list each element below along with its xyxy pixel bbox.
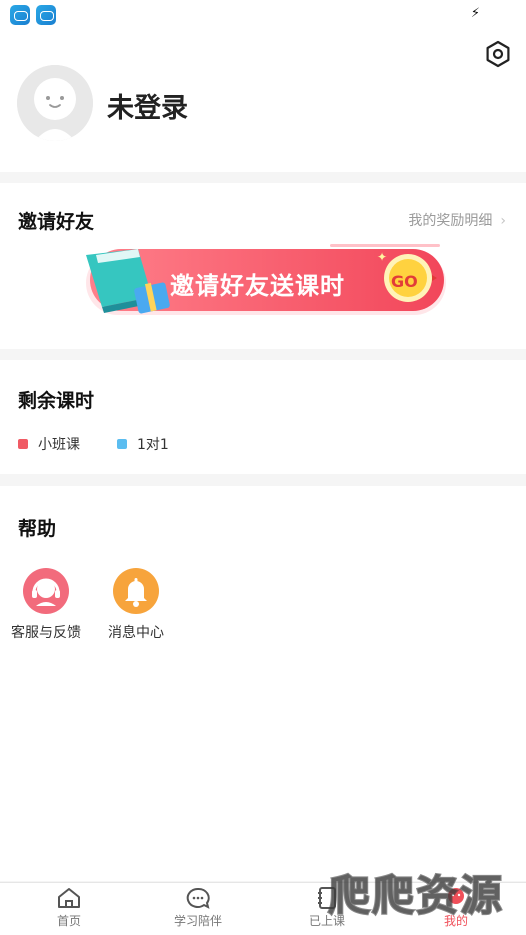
chevron-right-icon: ›	[500, 213, 506, 229]
tab-study-companion[interactable]: 学习陪伴	[158, 886, 238, 929]
reward-detail-label: 我的奖励明细	[408, 213, 493, 229]
customer-service-button[interactable]: 客服与反馈	[8, 568, 84, 642]
legend-one-on-one: 1对1	[117, 434, 169, 454]
invite-friends-card: 邀请好友 我的奖励明细 › ✦ 邀请好友送课时 GO	[0, 183, 526, 349]
remaining-hours-card: 剩余课时 小班课 1对1	[0, 360, 526, 474]
legend-label: 小班课	[38, 437, 80, 453]
invite-section-title: 邀请好友	[18, 211, 95, 233]
home-icon	[58, 888, 80, 908]
remaining-hours-title: 剩余课时	[18, 390, 95, 412]
login-status-label[interactable]: 未登录	[107, 86, 188, 125]
chat-bubble-icon	[186, 887, 210, 909]
charging-icon: ⚡	[470, 6, 480, 21]
tab-home[interactable]: 首页	[29, 886, 109, 929]
go-button[interactable]: GO	[391, 272, 418, 291]
help-card: 帮助 客服与反馈 消息中心	[0, 486, 526, 881]
customer-service-icon	[23, 568, 69, 614]
reward-detail-link[interactable]: 我的奖励明细 ›	[408, 210, 506, 230]
invite-banner-text: 邀请好友送课时	[170, 272, 345, 300]
message-center-label: 消息中心	[108, 625, 164, 641]
default-avatar-icon	[17, 65, 93, 141]
message-center-button[interactable]: 消息中心	[98, 568, 174, 642]
legend-color-swatch	[117, 439, 127, 449]
customer-service-label: 客服与反馈	[11, 625, 81, 641]
legend-small-class: 小班课	[18, 434, 80, 454]
settings-icon[interactable]	[484, 40, 512, 68]
app-notification-icon	[36, 5, 56, 25]
bell-icon	[113, 568, 159, 614]
tab-home-label: 首页	[56, 914, 81, 928]
tab-study-companion-label: 学习陪伴	[173, 914, 222, 928]
svg-text:✦: ✦	[377, 250, 387, 264]
status-bar: ⚡	[0, 0, 526, 28]
invite-banner[interactable]: ✦ 邀请好友送课时 GO	[80, 241, 448, 325]
watermark: 爬爬资源	[327, 870, 505, 921]
avatar[interactable]	[17, 65, 93, 141]
app-notification-icon	[10, 5, 30, 25]
profile-header: 未登录	[0, 28, 526, 172]
help-title: 帮助	[18, 518, 57, 540]
legend-label: 1对1	[137, 437, 169, 453]
legend-color-swatch	[18, 439, 28, 449]
